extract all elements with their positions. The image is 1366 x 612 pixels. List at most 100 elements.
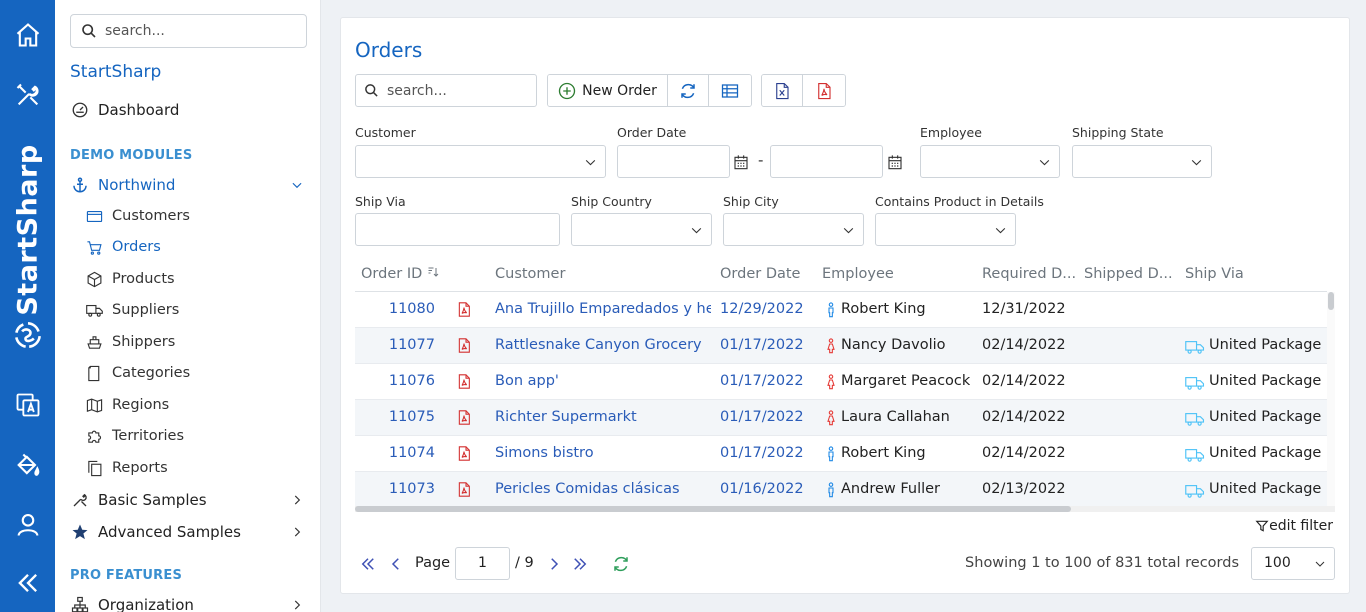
order-id-link[interactable]: 11077	[369, 337, 435, 353]
grid-vertical-scrollbar[interactable]	[1327, 292, 1335, 508]
excel-export-button[interactable]	[762, 75, 803, 106]
customer-link[interactable]: Pericles Comidas clásicas	[495, 481, 711, 497]
user-icon[interactable]	[13, 510, 43, 540]
column-header-order-id[interactable]: Order ID	[361, 266, 439, 282]
order-date-link[interactable]: 01/17/2022	[720, 373, 804, 389]
order-date-link[interactable]: 01/17/2022	[720, 337, 804, 353]
reload-icon[interactable]	[612, 555, 630, 573]
calendar-icon[interactable]	[887, 154, 903, 170]
order-date-link[interactable]: 01/17/2022	[720, 445, 804, 461]
customer-link[interactable]: Ana Trujillo Emparedados y hel...	[495, 301, 711, 317]
brand-logo-icon[interactable]	[11, 318, 45, 352]
next-page-icon[interactable]	[545, 555, 563, 573]
sidebar-search[interactable]	[70, 14, 307, 48]
grid-search[interactable]	[355, 74, 537, 107]
sidebar-item-categories[interactable]: Categories	[84, 363, 190, 383]
scrollbar-thumb[interactable]	[355, 506, 1071, 512]
customer-filter[interactable]	[355, 145, 606, 178]
columns-icon	[721, 83, 739, 98]
table-row[interactable]: 11076 Bon app' 01/17/2022 Margaret Peacock 0…	[355, 364, 1327, 400]
order-id-link[interactable]: 11080	[369, 301, 435, 317]
scrollbar-thumb[interactable]	[1328, 292, 1334, 310]
sidebar-item-shippers[interactable]: Shippers	[84, 332, 175, 352]
truck-icon	[1185, 483, 1205, 503]
order-id-link[interactable]: 11074	[369, 445, 435, 461]
table-row[interactable]: 11075 Richter Supermarkt 01/17/2022 Laura C…	[355, 400, 1327, 436]
sidebar-search-input[interactable]	[105, 23, 295, 39]
column-header-shipped-date[interactable]: Shipped D...	[1084, 266, 1173, 282]
table-row[interactable]: 11073 Pericles Comidas clásicas 01/16/2022…	[355, 472, 1327, 508]
employee-filter[interactable]	[920, 145, 1060, 178]
order-date-link[interactable]: 01/17/2022	[720, 409, 804, 425]
customer-link[interactable]: Bon app'	[495, 373, 711, 389]
ship-via-filter[interactable]	[355, 213, 560, 246]
prev-page-icon[interactable]	[387, 555, 405, 573]
table-row[interactable]: 11077 Rattlesnake Canyon Grocery 01/17/202…	[355, 328, 1327, 364]
pdf-icon[interactable]	[456, 337, 472, 358]
chevron-down-icon	[292, 182, 302, 189]
sidebar-item-advanced-samples[interactable]: Advanced Samples	[70, 522, 306, 542]
column-header-required-date[interactable]: Required D...	[982, 266, 1076, 282]
order-id-link[interactable]: 11073	[369, 481, 435, 497]
page-number-input[interactable]: 1	[455, 547, 510, 580]
pdf-icon[interactable]	[456, 409, 472, 430]
pdf-icon[interactable]	[456, 481, 472, 502]
calendar-icon[interactable]	[733, 154, 749, 170]
order-date-link[interactable]: 01/16/2022	[720, 481, 804, 497]
first-page-icon[interactable]	[359, 555, 377, 573]
sidebar-item-northwind[interactable]: Northwind	[70, 175, 306, 195]
new-order-button[interactable]: New Order	[548, 75, 668, 106]
sidebar-item-reports[interactable]: Reports	[84, 458, 168, 478]
column-picker-button[interactable]	[709, 75, 751, 106]
home-icon[interactable]	[13, 20, 43, 50]
column-header-ship-via[interactable]: Ship Via	[1185, 266, 1244, 282]
ship-country-filter[interactable]	[571, 213, 712, 246]
pdf-export-button[interactable]	[803, 75, 845, 106]
customer-link[interactable]: Rattlesnake Canyon Grocery	[495, 337, 711, 353]
ship-city-filter[interactable]	[723, 213, 864, 246]
translate-icon[interactable]	[13, 390, 43, 420]
tools-icon[interactable]	[13, 80, 43, 110]
sidebar-item-territories[interactable]: Territories	[84, 426, 184, 446]
sidebar-item-products[interactable]: Products	[84, 269, 175, 289]
order-date-link[interactable]: 12/29/2022	[720, 301, 804, 317]
grid-horizontal-scrollbar[interactable]	[355, 506, 1335, 512]
column-header-order-date[interactable]: Order Date	[720, 266, 800, 282]
sidebar-item-organization[interactable]: Organization	[70, 595, 306, 612]
contains-product-filter[interactable]	[875, 213, 1016, 246]
column-header-customer[interactable]: Customer	[495, 266, 565, 282]
paint-bucket-icon[interactable]	[13, 450, 43, 480]
table-row[interactable]: 11080 Ana Trujillo Emparedados y hel... 12…	[355, 292, 1327, 328]
order-date-end[interactable]	[770, 145, 883, 178]
sidebar-item-label: Categories	[112, 365, 191, 381]
pdf-icon[interactable]	[456, 301, 472, 322]
grid-search-input[interactable]	[387, 82, 527, 99]
sidebar-item-dashboard[interactable]: Dashboard	[70, 100, 179, 120]
order-id-link[interactable]: 11075	[369, 409, 435, 425]
toolbar-export-group	[761, 74, 846, 107]
sidebar-item-customers[interactable]: Customers	[84, 206, 190, 226]
customer-link[interactable]: Simons bistro	[495, 445, 711, 461]
sidebar-app-title[interactable]: StartSharp	[70, 62, 161, 82]
shipping-state-filter[interactable]	[1072, 145, 1212, 178]
column-header-employee[interactable]: Employee	[822, 266, 894, 282]
sidebar-item-basic-samples[interactable]: Basic Samples	[70, 490, 306, 510]
edit-filter-link[interactable]: edit filter	[1255, 518, 1333, 534]
customer-link[interactable]: Richter Supermarkt	[495, 409, 711, 425]
collapse-icon[interactable]	[13, 568, 43, 598]
page-label: Page	[415, 555, 451, 571]
last-page-icon[interactable]	[571, 555, 589, 573]
table-row[interactable]: 11074 Simons bistro 01/17/2022 Robert King 0…	[355, 436, 1327, 472]
pager: Page 1 / 9 Showing 1 to 100 of 831 total…	[355, 547, 1335, 581]
chevron-down-icon	[843, 227, 854, 234]
pdf-icon[interactable]	[456, 445, 472, 466]
chevron-right-icon	[294, 495, 301, 505]
order-date-start[interactable]	[617, 145, 730, 178]
sidebar-item-regions[interactable]: Regions	[84, 395, 169, 415]
pdf-icon[interactable]	[456, 373, 472, 394]
sidebar-item-suppliers[interactable]: Suppliers	[84, 300, 179, 320]
refresh-button[interactable]	[668, 75, 709, 106]
sidebar-item-orders[interactable]: Orders	[84, 237, 161, 257]
page-size-select[interactable]: 100	[1251, 547, 1335, 580]
order-id-link[interactable]: 11076	[369, 373, 435, 389]
